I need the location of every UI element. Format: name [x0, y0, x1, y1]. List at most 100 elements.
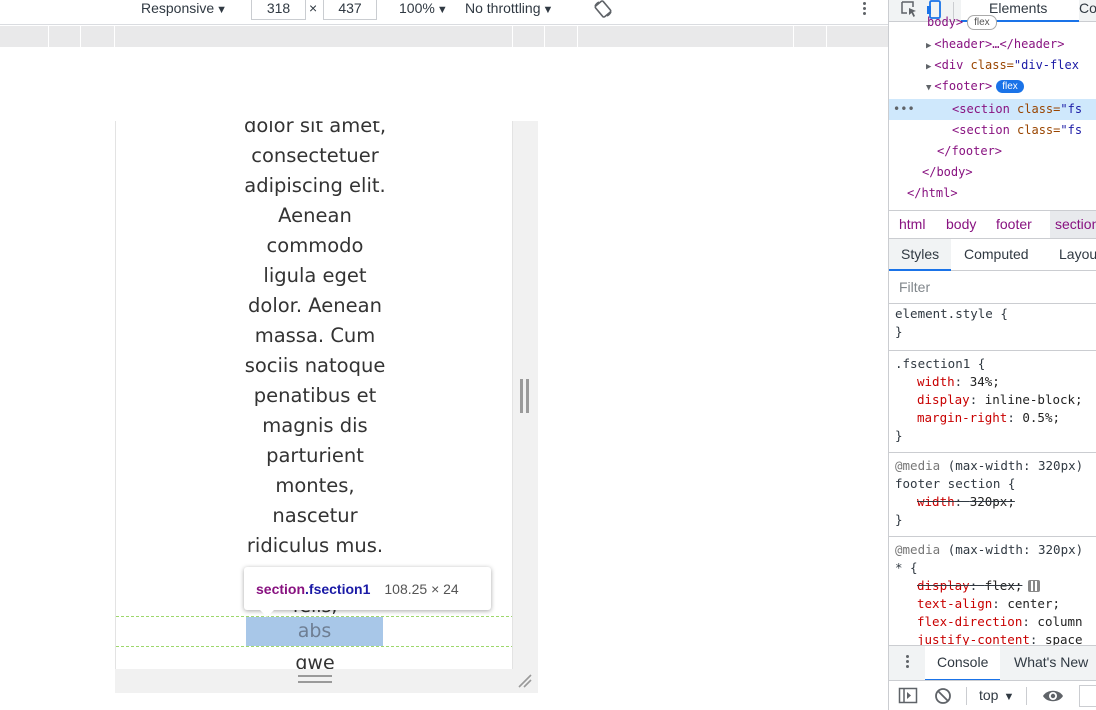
paragraph: dolor sit amet, consectetuer adipiscing el…: [116, 121, 512, 561]
dom-attr: class=: [970, 58, 1014, 72]
paragraph-line: consectetuer: [251, 144, 379, 167]
breadcrumb-footer[interactable]: footer: [996, 211, 1032, 238]
rotate-icon[interactable]: [593, 0, 613, 18]
dom-attr: class=: [1017, 102, 1061, 116]
dom-node-body[interactable]: body> flex: [927, 12, 997, 33]
rule-fsection1[interactable]: .fsection1 { width: 34%; display: inline…: [889, 353, 1096, 453]
drawer-menu-icon[interactable]: [906, 655, 910, 670]
tab-console[interactable]: Co: [1079, 0, 1096, 16]
rule-close: }: [895, 324, 903, 339]
media-keyword: @media: [895, 542, 941, 557]
flex-badge[interactable]: flex: [967, 15, 997, 30]
dom-node-body-close[interactable]: </body>: [922, 162, 973, 183]
dom-node-header[interactable]: ▶ <header>…</header>: [926, 34, 1064, 55]
paragraph-line: magnis dis: [262, 414, 368, 437]
paragraph-line: ligula eget: [263, 264, 367, 287]
rule-selector[interactable]: .fsection1 {: [895, 356, 985, 371]
resize-corner-icon[interactable]: [517, 673, 533, 689]
paragraph-line: penatibus et: [253, 384, 377, 407]
paragraph-line: commodo: [266, 234, 364, 257]
dom-node-footer[interactable]: ▼ <footer> flex: [926, 76, 1024, 97]
paragraph-line: Aenean: [278, 204, 352, 227]
declaration-display-overridden[interactable]: display: flex;: [895, 577, 1096, 595]
chevron-down-icon: ▼: [542, 4, 554, 16]
collapse-triangle-icon[interactable]: ▼: [926, 83, 931, 93]
dom-tag: <header>…</header>: [934, 37, 1065, 51]
eye-icon[interactable]: [1042, 688, 1064, 704]
next-section-text[interactable]: qwe: [116, 648, 512, 669]
paragraph-line: dolor. Aenean: [248, 294, 382, 317]
device-mode-dropdown[interactable]: Responsive ▼: [141, 0, 227, 20]
dom-node-section[interactable]: <section class="fs: [952, 120, 1082, 141]
breadcrumb-body[interactable]: body: [946, 211, 976, 238]
more-icon[interactable]: •••: [893, 99, 915, 120]
dom-node-footer-close[interactable]: </footer>: [937, 141, 1002, 162]
expand-triangle-icon[interactable]: ▶: [926, 62, 931, 72]
dom-node-section-selected[interactable]: ••• <section class="fs: [889, 99, 1096, 120]
dom-tree: body> flex ▶ <header>…</header> ▶ <div clas…: [889, 15, 1096, 210]
height-input[interactable]: 437: [323, 0, 377, 20]
dom-attr-value: "fs: [1060, 123, 1083, 137]
declaration-margin-right[interactable]: margin-right: 0.5%;: [895, 409, 1096, 427]
resize-handle-right[interactable]: [520, 379, 529, 413]
flex-badge[interactable]: flex: [996, 80, 1024, 93]
dom-tag: body>: [927, 15, 964, 29]
declaration-width-overridden[interactable]: width: 320px;: [895, 493, 1096, 511]
highlighted-section-text[interactable]: abs: [246, 617, 383, 646]
styles-subtabs: Styles Computed Layou: [889, 239, 1096, 271]
context-label: top: [979, 687, 999, 703]
rule-element-style[interactable]: element.style { }: [889, 305, 1096, 351]
tab-layout[interactable]: Layou: [1059, 239, 1096, 270]
more-options-icon[interactable]: [860, 0, 868, 18]
dom-tag: <section: [952, 123, 1018, 137]
element-inspect-tooltip: section.fsection1 108.25 × 24: [244, 567, 491, 617]
rule-selector[interactable]: * {: [895, 560, 918, 575]
declaration-text-align[interactable]: text-align: center;: [895, 595, 1096, 613]
drawer-tab-whats-new[interactable]: What's New: [1014, 646, 1088, 679]
throttling-dropdown[interactable]: No throttling ▼: [465, 0, 553, 20]
clear-console-icon[interactable]: [934, 687, 952, 705]
declaration-display[interactable]: display: inline-block;: [895, 391, 1096, 409]
paragraph-line: sociis natoque: [244, 354, 386, 377]
rule-selector[interactable]: footer section {: [895, 476, 1015, 491]
drawer-tab-console[interactable]: Console: [925, 646, 1001, 681]
declaration-flex-direction[interactable]: flex-direction: column: [895, 613, 1096, 631]
zoom-dropdown[interactable]: 100% ▼: [399, 0, 448, 20]
devtools-panel: Elements Co body> flex ▶ <header>…</header…: [888, 0, 1096, 710]
declaration-justify-content[interactable]: justify-content: space: [895, 631, 1096, 645]
breadcrumb-section[interactable]: section: [1050, 211, 1096, 238]
rule-selector: element.style {: [895, 306, 1008, 321]
styles-filter-input[interactable]: Filter: [889, 271, 1096, 304]
chevron-down-icon: ▼: [436, 4, 448, 16]
tab-styles[interactable]: Styles: [889, 239, 952, 271]
media-query-ruler[interactable]: [0, 26, 888, 47]
paragraph-line: adipiscing elit.: [244, 174, 386, 197]
media-condition: (max-width: 320px): [947, 542, 1084, 557]
dimension-times: ×: [309, 0, 318, 16]
resize-handle-bottom[interactable]: [298, 675, 332, 687]
rule-media-footer-section[interactable]: @media (max-width: 320px) footer section…: [889, 455, 1096, 537]
device-mode-label: Responsive: [141, 0, 215, 16]
paragraph-line: massa. Cum: [254, 324, 376, 347]
width-input[interactable]: 318: [251, 0, 306, 20]
tooltip-size: 108.25 × 24: [384, 580, 459, 597]
sidebar-toggle-icon[interactable]: [898, 687, 918, 705]
paragraph-line: dolor sit amet,: [243, 121, 387, 137]
flexbox-editor-icon[interactable]: [1028, 580, 1041, 592]
inspect-element-icon[interactable]: [899, 0, 919, 18]
dom-attr-value: "fs: [1060, 102, 1083, 116]
context-selector[interactable]: top ▼: [979, 681, 1014, 710]
breadcrumb-html[interactable]: html: [899, 211, 925, 238]
tooltip-selector: section.fsection1: [256, 581, 370, 597]
rule-media-star[interactable]: @media (max-width: 320px) * { display: f…: [889, 539, 1096, 645]
declaration-width[interactable]: width: 34%;: [895, 373, 1096, 391]
console-filter-input[interactable]: [1079, 685, 1096, 707]
dom-node-div[interactable]: ▶ <div class="div-flex: [926, 55, 1079, 76]
paragraph-line: montes,: [275, 474, 355, 497]
paragraph-line: parturient: [266, 444, 364, 467]
tab-computed[interactable]: Computed: [964, 239, 1029, 270]
dom-tag: <footer>: [934, 79, 993, 93]
expand-triangle-icon[interactable]: ▶: [926, 41, 931, 51]
dom-node-html-close[interactable]: </html>: [907, 183, 958, 204]
toolbar-divider: [1026, 687, 1027, 705]
